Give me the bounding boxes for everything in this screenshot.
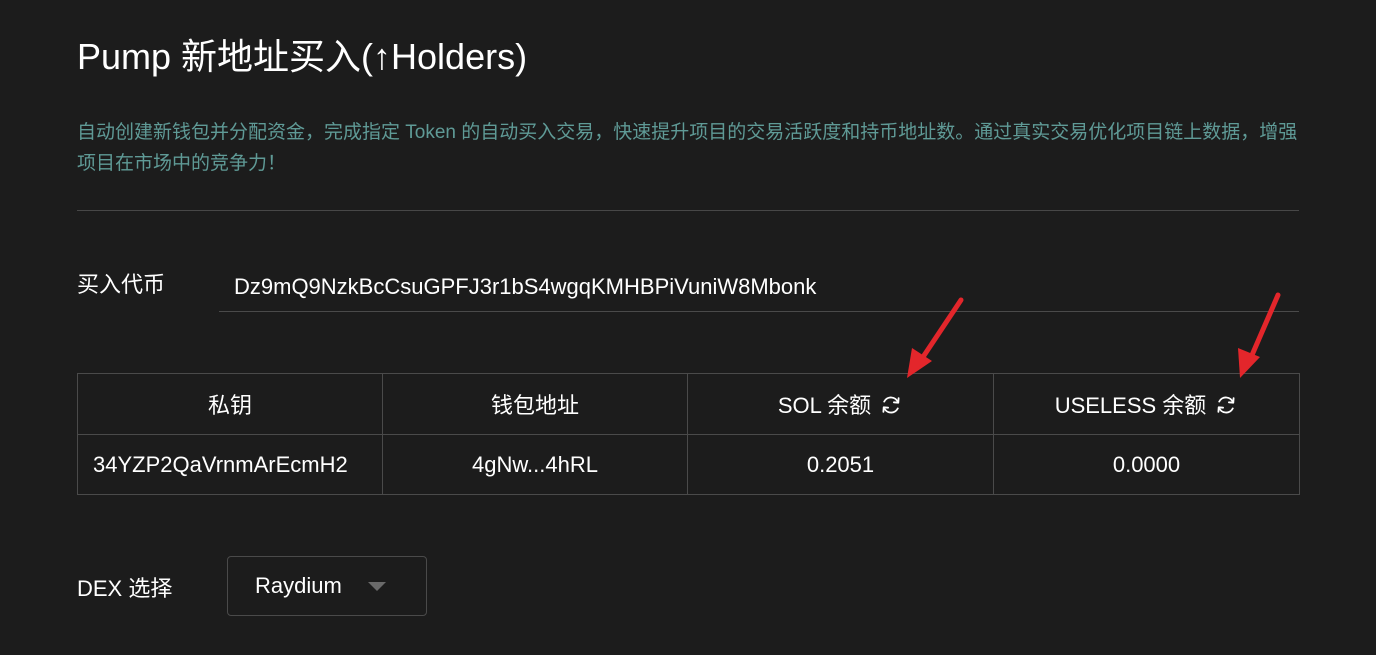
private-key-cell[interactable]: 34YZP2QaVrnmArEcmH2 xyxy=(77,434,383,495)
dex-selected-value: Raydium xyxy=(255,573,342,598)
wallet-address-cell[interactable]: 4gNw...4hRL xyxy=(382,434,688,495)
section-divider xyxy=(77,210,1299,211)
refresh-useless-balance-icon[interactable] xyxy=(1214,393,1238,417)
useless-balance-label: USELESS 余额 xyxy=(1054,393,1207,418)
page-description: 自动创建新钱包并分配资金，完成指定 Token 的自动买入交易，快速提升项目的交… xyxy=(77,122,1298,174)
header-wallet-address: 钱包地址 xyxy=(382,373,688,435)
sol-balance-label: SOL 余额 xyxy=(777,393,872,418)
header-useless-balance: USELESS 余额 xyxy=(993,373,1300,435)
header-private-key: 私钥 xyxy=(77,373,383,435)
caret-down-icon xyxy=(368,582,386,591)
header-sol-balance: SOL 余额 xyxy=(687,373,994,435)
dex-select[interactable]: Raydium xyxy=(227,556,427,616)
sol-balance-cell: 0.2051 xyxy=(687,434,994,495)
dex-label: DEX 选择 xyxy=(77,576,173,601)
table-row: 34YZP2QaVrnmArEcmH2 4gNw...4hRL 0.2051 0… xyxy=(77,434,1300,495)
refresh-sol-balance-icon[interactable] xyxy=(879,393,903,417)
wallet-table: 私钥 钱包地址 SOL 余额 USELESS 余额 34YZP2QaVrnmAr… xyxy=(77,373,1300,495)
token-label: 买入代币 xyxy=(77,272,166,297)
table-header-row: 私钥 钱包地址 SOL 余额 USELESS 余额 xyxy=(77,373,1300,435)
page-title: Pump 新地址买入(↑Holders) xyxy=(77,36,528,77)
token-address-input[interactable] xyxy=(219,262,1299,312)
useless-balance-cell: 0.0000 xyxy=(993,434,1300,495)
